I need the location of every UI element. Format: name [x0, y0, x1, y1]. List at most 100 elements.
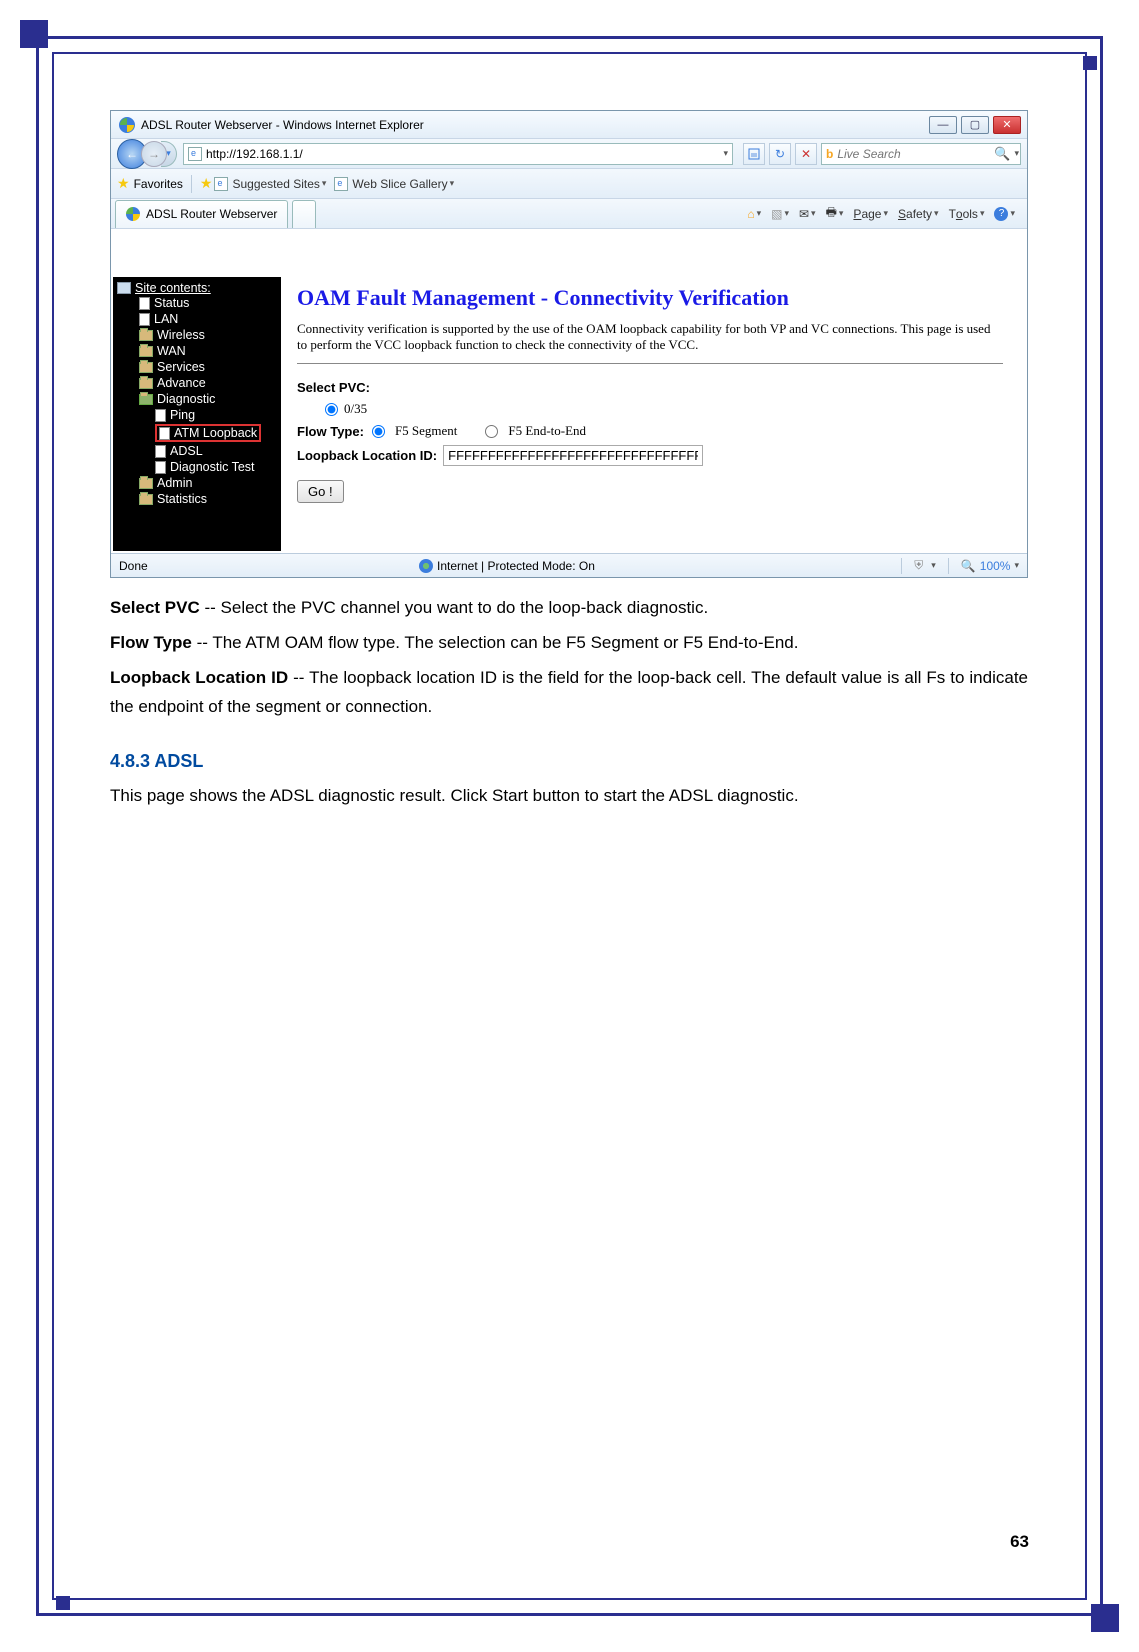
window-title: ADSL Router Webserver - Windows Internet… [141, 118, 925, 132]
maximize-button[interactable]: ▢ [961, 116, 989, 134]
web-slice-label: Web Slice Gallery [352, 177, 447, 191]
search-input[interactable] [837, 147, 994, 161]
protected-mode-icon[interactable]: ⛨ [914, 558, 923, 573]
page-icon [139, 313, 150, 326]
forward-button[interactable]: → [141, 141, 167, 167]
zoom-control[interactable]: 🔍 100% ▾ [961, 559, 1019, 573]
bing-icon: b [826, 147, 833, 161]
sidebar-item-wireless[interactable]: Wireless [121, 327, 277, 343]
page-mini-icon [334, 177, 348, 191]
sidebar-item-wan[interactable]: WAN [121, 343, 277, 359]
flow-opt2-label: F5 End-to-End [508, 423, 586, 439]
search-box[interactable]: b 🔍 ▾ [821, 143, 1021, 165]
tab-active[interactable]: ADSL Router Webserver [115, 200, 288, 228]
loopback-id-input[interactable] [443, 445, 703, 466]
folder-icon [139, 494, 153, 505]
page-icon [139, 297, 150, 310]
doc-para-flow-type: Flow Type -- The ATM OAM flow type. The … [110, 629, 1028, 658]
zoom-value: 100% [980, 559, 1011, 573]
page-number: 63 [1010, 1532, 1029, 1552]
refresh-button[interactable]: ↻ [769, 143, 791, 165]
flow-type-label: Flow Type: [297, 424, 364, 439]
ie-icon [119, 117, 135, 133]
feeds-button[interactable]: ▧▾ [767, 205, 793, 223]
flow-opt1-label: F5 Segment [395, 423, 457, 439]
favorites-bar: ★ Favorites ★ Suggested Sites ▾ Web Slic… [111, 169, 1027, 199]
page-heading: OAM Fault Management - Connectivity Veri… [297, 285, 1003, 311]
sidebar-item-ping[interactable]: Ping [121, 407, 277, 423]
page-description: Connectivity verification is supported b… [297, 321, 1003, 364]
safety-menu[interactable]: Safety▾ [894, 205, 943, 223]
stop-button[interactable]: ✕ [795, 143, 817, 165]
sidebar-tree: Site contents: Status LAN Wireless WAN S… [113, 277, 281, 551]
status-text: Done [119, 559, 419, 573]
address-bar[interactable]: ▾ [183, 143, 733, 165]
pvc-radio[interactable] [325, 403, 338, 416]
suggested-sites-label: Suggested Sites [232, 177, 319, 191]
status-zone: Internet | Protected Mode: On [437, 559, 595, 573]
flow-f5-segment-radio[interactable] [372, 425, 385, 438]
sidebar-item-advance[interactable]: Advance [121, 375, 277, 391]
sidebar-item-adsl[interactable]: ADSL [121, 443, 277, 459]
section-text: This page shows the ADSL diagnostic resu… [110, 782, 1028, 811]
sidebar-item-atm-loopback[interactable]: ATM Loopback [121, 423, 277, 443]
address-dropdown-icon[interactable]: ▾ [723, 148, 728, 159]
select-pvc-label: Select PVC: [297, 380, 370, 395]
help-button[interactable]: ?▾ [990, 205, 1019, 223]
read-mail-button[interactable]: ✉▾ [795, 205, 820, 223]
tools-menu[interactable]: Tools▾ [945, 205, 989, 223]
command-bar: ⌂▾ ▧▾ ✉▾ 🖶▾ Page▾ Safety▾ Tools▾ ?▾ [743, 201, 1027, 226]
document-body: Select PVC -- Select the PVC channel you… [110, 594, 1028, 811]
sidebar-item-services[interactable]: Services [121, 359, 277, 375]
folder-icon [139, 378, 153, 389]
close-button[interactable]: ✕ [993, 116, 1021, 134]
page-content: Site contents: Status LAN Wireless WAN S… [111, 275, 1027, 553]
main-panel: OAM Fault Management - Connectivity Veri… [283, 275, 1027, 553]
separator [191, 175, 192, 193]
page-mini-icon [214, 177, 228, 191]
suggested-sites-link[interactable]: ★ Suggested Sites ▾ [200, 175, 327, 192]
sidebar-item-status[interactable]: Status [121, 295, 277, 311]
doc-para-select-pvc: Select PVC -- Select the PVC channel you… [110, 594, 1028, 623]
sidebar-item-statistics[interactable]: Statistics [121, 491, 277, 507]
folder-icon [139, 362, 153, 373]
dropdown-icon: ▾ [322, 178, 327, 189]
folder-icon [139, 346, 153, 357]
folder-icon [139, 478, 153, 489]
dropdown-icon: ▾ [450, 178, 455, 189]
sidebar-item-lan[interactable]: LAN [121, 311, 277, 327]
minimize-button[interactable]: — [929, 116, 957, 134]
compat-view-button[interactable] [743, 143, 765, 165]
page-icon [155, 409, 166, 422]
search-icon[interactable]: 🔍 [994, 146, 1010, 162]
address-input[interactable] [206, 147, 723, 161]
nav-toolbar: ← → ▾ ▾ ↻ ✕ b 🔍 ▾ [111, 139, 1027, 169]
tab-bar: ADSL Router Webserver ⌂▾ ▧▾ ✉▾ 🖶▾ Page▾ … [111, 199, 1027, 229]
print-button[interactable]: 🖶▾ [822, 201, 848, 226]
flow-f5-end-radio[interactable] [485, 425, 498, 438]
browser-window: ADSL Router Webserver - Windows Internet… [110, 110, 1028, 578]
page-menu[interactable]: Page▾ [849, 205, 892, 223]
sidebar-item-diagnostic[interactable]: Diagnostic [121, 391, 277, 407]
mini-star-icon: ★ [200, 175, 213, 192]
favorites-star-icon[interactable]: ★ [117, 175, 130, 192]
pvc-option-label: 0/35 [344, 401, 367, 417]
page-icon [188, 147, 202, 161]
section-heading: 4.8.3 ADSL [110, 746, 1028, 777]
computer-icon [117, 282, 131, 294]
web-slice-link[interactable]: Web Slice Gallery ▾ [334, 177, 454, 191]
tab-title: ADSL Router Webserver [146, 207, 277, 221]
doc-para-loopback: Loopback Location ID -- The loopback loc… [110, 664, 1028, 722]
favorites-label[interactable]: Favorites [134, 177, 183, 191]
go-button[interactable]: Go ! [297, 480, 344, 503]
home-button[interactable]: ⌂▾ [743, 205, 765, 223]
sidebar-item-admin[interactable]: Admin [121, 475, 277, 491]
folder-open-icon [139, 394, 153, 405]
sidebar-item-diagtest[interactable]: Diagnostic Test [121, 459, 277, 475]
window-titlebar: ADSL Router Webserver - Windows Internet… [111, 111, 1027, 139]
search-dropdown-icon[interactable]: ▾ [1015, 148, 1020, 159]
zoom-icon: 🔍 [961, 559, 976, 573]
new-tab-button[interactable] [292, 200, 316, 228]
page-icon [155, 461, 166, 474]
page-icon [159, 427, 170, 440]
